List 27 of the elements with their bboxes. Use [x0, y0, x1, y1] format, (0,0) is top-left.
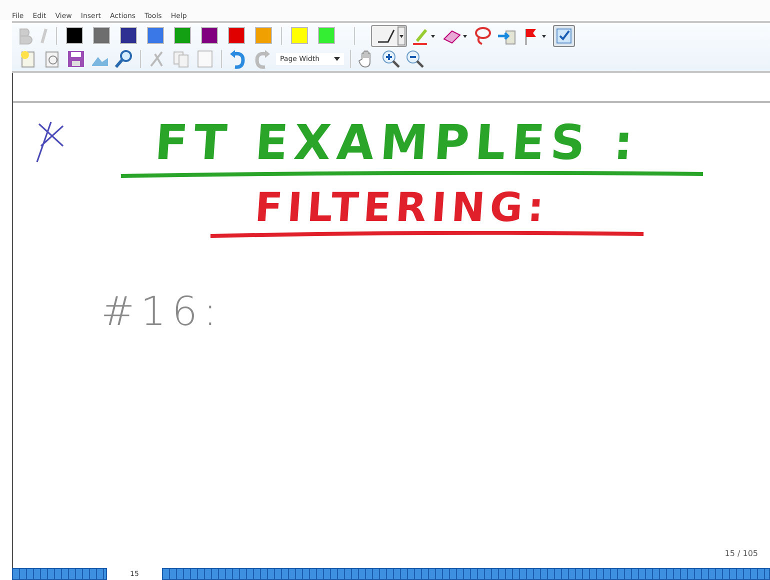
- paste-icon[interactable]: [195, 48, 215, 68]
- color-swatch[interactable]: [66, 27, 83, 44]
- caret-icon: [334, 56, 340, 60]
- bold-icon[interactable]: [18, 26, 34, 44]
- color-swatch[interactable]: [120, 27, 137, 44]
- selection-button[interactable]: [553, 24, 575, 46]
- page-strip-bar[interactable]: [12, 568, 107, 580]
- color-swatch[interactable]: [174, 27, 191, 44]
- page-strip-bar[interactable]: [162, 568, 770, 580]
- handwritten-text: FILTERING:: [253, 185, 550, 231]
- color-swatch[interactable]: [318, 27, 335, 44]
- color-swatch[interactable]: [201, 27, 218, 44]
- color-swatch[interactable]: [255, 27, 272, 44]
- color-swatch[interactable]: [291, 27, 308, 44]
- save-icon[interactable]: [66, 48, 86, 68]
- zoom-in-icon[interactable]: [381, 48, 401, 68]
- lasso-icon[interactable]: [473, 26, 493, 46]
- color-swatch[interactable]: [228, 27, 245, 44]
- page-counter: 15 / 105: [724, 549, 758, 558]
- color-swatch[interactable]: [93, 27, 110, 44]
- copy-icon[interactable]: [171, 48, 191, 68]
- pen-tool-button[interactable]: [371, 24, 407, 46]
- handwritten-text: FT EXAMPLES :: [152, 115, 640, 171]
- color-swatch[interactable]: [147, 27, 164, 44]
- handwritten-text: #16:: [101, 289, 223, 335]
- search-icon[interactable]: [114, 48, 134, 68]
- zoom-out-icon[interactable]: [405, 48, 425, 68]
